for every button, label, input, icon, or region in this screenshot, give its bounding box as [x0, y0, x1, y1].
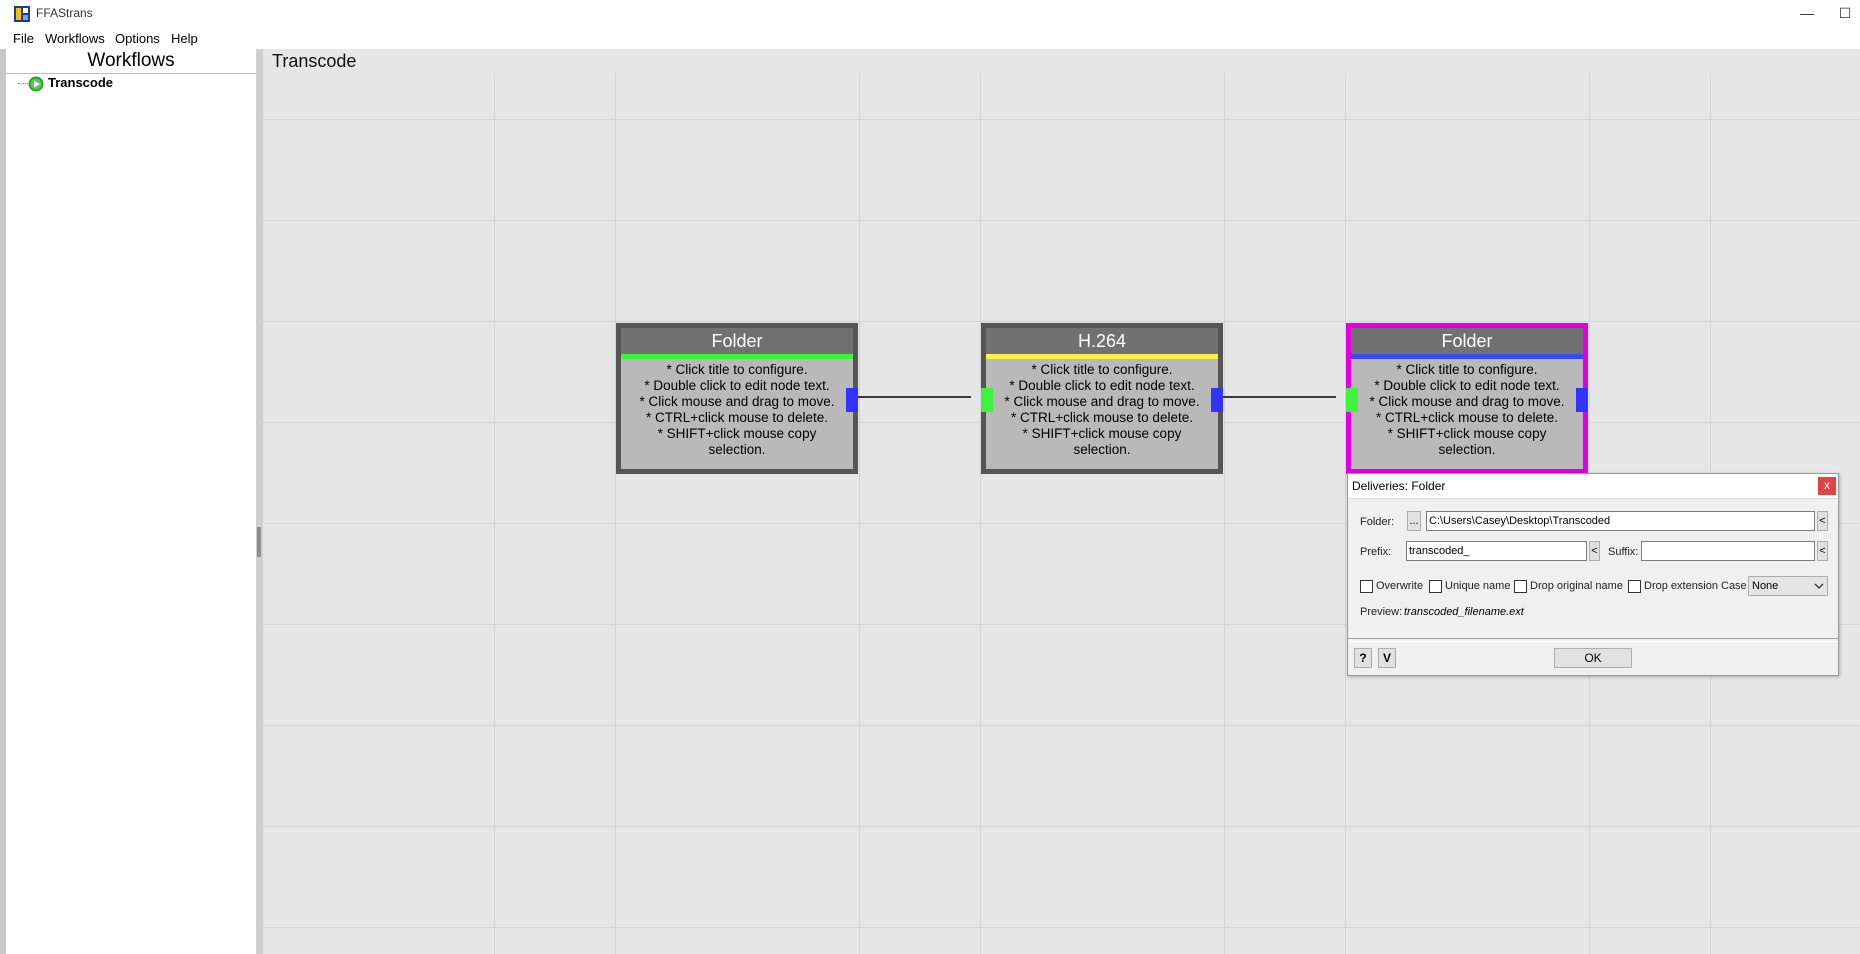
menu-file[interactable]: File — [13, 31, 34, 46]
node-text-line: selection. — [1438, 442, 1496, 457]
close-icon: x — [1824, 478, 1830, 492]
browse-folder-button[interactable]: ... — [1407, 511, 1421, 531]
folder-path-input[interactable] — [1426, 511, 1815, 531]
node-text-line: * SHIFT+click mouse copy — [1022, 426, 1182, 441]
node-text-line: * SHIFT+click mouse copy — [657, 426, 817, 441]
node-output-port[interactable] — [846, 388, 858, 412]
menu-workflows[interactable]: Workflows — [45, 31, 105, 46]
folder-variable-button[interactable]: < — [1817, 511, 1828, 531]
suffix-input[interactable] — [1641, 541, 1815, 561]
dialog-separator — [1348, 638, 1838, 642]
unique-name-label: Unique name — [1445, 580, 1511, 592]
preview-label: Preview: — [1360, 606, 1403, 618]
workflow-item-transcode[interactable]: Transcode — [48, 75, 113, 90]
preview-value: transcoded_filename.ext — [1404, 606, 1524, 618]
app-logo-icon — [14, 6, 30, 22]
grid-line — [263, 725, 1860, 726]
minimize-icon: — — [1800, 5, 1814, 21]
suffix-label: Suffix: — [1608, 546, 1639, 558]
help-button[interactable]: ? — [1354, 648, 1372, 668]
node-input-port[interactable] — [1346, 388, 1358, 412]
node-text-line: * Click mouse and drag to move. — [1369, 394, 1565, 409]
node-text-line: * Click mouse and drag to move. — [639, 394, 835, 409]
workflow-node-folder-source[interactable]: Folder * Click title to configure. * Dou… — [616, 323, 858, 474]
case-label: Case — [1721, 580, 1747, 592]
node-text-line: * Click title to configure. — [1031, 362, 1173, 377]
menu-bar: File Workflows Options Help — [0, 28, 1860, 49]
node-body[interactable]: * Click title to configure. * Double cli… — [1351, 359, 1583, 469]
canvas-title: Transcode — [272, 51, 357, 71]
node-text-line: * Click mouse and drag to move. — [1004, 394, 1200, 409]
grid-line — [263, 321, 1860, 322]
grid-line — [615, 73, 616, 954]
node-output-port[interactable] — [1211, 388, 1223, 412]
minimize-button[interactable]: — — [1784, 0, 1830, 28]
workflows-panel-header: Workflows — [6, 49, 256, 74]
node-body[interactable]: * Click title to configure. * Double cli… — [621, 359, 853, 469]
workflow-node-folder-delivery[interactable]: Folder * Click title to configure. * Dou… — [1346, 323, 1588, 474]
prefix-variable-button[interactable]: < — [1589, 541, 1600, 561]
suffix-variable-button[interactable]: < — [1817, 541, 1828, 561]
node-text-line: * Double click to edit node text. — [644, 378, 830, 393]
node-body[interactable]: * Click title to configure. * Double cli… — [986, 359, 1218, 469]
overwrite-label: Overwrite — [1376, 580, 1424, 592]
dialog-title: Deliveries: Folder — [1352, 479, 1446, 493]
node-text-line: * Double click to edit node text. — [1374, 378, 1560, 393]
menu-help[interactable]: Help — [171, 31, 198, 46]
prefix-label: Prefix: — [1360, 546, 1392, 558]
drop-extension-checkbox[interactable] — [1628, 580, 1641, 593]
node-text-line: * CTRL+click mouse to delete. — [1011, 410, 1193, 425]
node-text-line: * Click title to configure. — [666, 362, 808, 377]
window-titlebar: FFAStrans — ☐ — [0, 0, 1860, 28]
node-text-line: selection. — [708, 442, 766, 457]
maximize-button[interactable]: ☐ — [1830, 0, 1860, 28]
panel-splitter[interactable] — [256, 49, 263, 954]
v-button[interactable]: V — [1378, 648, 1396, 668]
play-icon[interactable] — [28, 76, 44, 92]
dialog-titlebar[interactable]: Deliveries: Folder x — [1348, 474, 1838, 499]
node-title[interactable]: Folder — [1351, 328, 1583, 354]
node-input-port[interactable] — [981, 388, 993, 412]
drop-original-name-label: Drop original name — [1530, 580, 1623, 592]
node-text-line: selection. — [1073, 442, 1131, 457]
folder-label: Folder: — [1360, 516, 1395, 528]
grid-line — [1224, 73, 1225, 954]
node-title[interactable]: Folder — [621, 328, 853, 354]
maximize-icon: ☐ — [1838, 5, 1852, 21]
ok-button[interactable]: OK — [1554, 648, 1632, 668]
overwrite-checkbox[interactable] — [1360, 580, 1373, 593]
node-connector — [854, 396, 971, 398]
node-title[interactable]: H.264 — [986, 328, 1218, 354]
grid-line — [1345, 73, 1346, 954]
case-select-value: None — [1752, 580, 1779, 592]
window-title: FFAStrans — [36, 6, 93, 20]
grid-line — [263, 927, 1860, 928]
grid-line — [980, 73, 981, 954]
chevron-down-icon — [1814, 583, 1824, 589]
workflows-panel: Workflows Transcode — [6, 49, 257, 954]
splitter-grip[interactable] — [257, 527, 261, 557]
node-text-line: * Double click to edit node text. — [1009, 378, 1195, 393]
node-text-line: * CTRL+click mouse to delete. — [646, 410, 828, 425]
grid-line — [263, 119, 1860, 120]
node-text-line: * SHIFT+click mouse copy — [1387, 426, 1547, 441]
grid-line — [859, 73, 860, 954]
prefix-input[interactable] — [1406, 541, 1587, 561]
menu-options[interactable]: Options — [115, 31, 160, 46]
unique-name-checkbox[interactable] — [1429, 580, 1442, 593]
node-text-line: * Click title to configure. — [1396, 362, 1538, 377]
node-connector — [1218, 396, 1336, 398]
grid-line — [494, 73, 495, 954]
grid-line — [263, 826, 1860, 827]
workflow-node-h264[interactable]: H.264 * Click title to configure. * Doub… — [981, 323, 1223, 474]
close-button[interactable]: x — [1818, 477, 1836, 495]
grid-line — [263, 220, 1860, 221]
drop-original-name-checkbox[interactable] — [1514, 580, 1527, 593]
node-output-port[interactable] — [1576, 388, 1588, 412]
deliveries-folder-dialog: Deliveries: Folder x Folder: ... < Prefi… — [1347, 473, 1839, 676]
node-text-line: * CTRL+click mouse to delete. — [1376, 410, 1558, 425]
case-select[interactable]: None — [1748, 576, 1828, 596]
drop-extension-label: Drop extension — [1644, 580, 1718, 592]
